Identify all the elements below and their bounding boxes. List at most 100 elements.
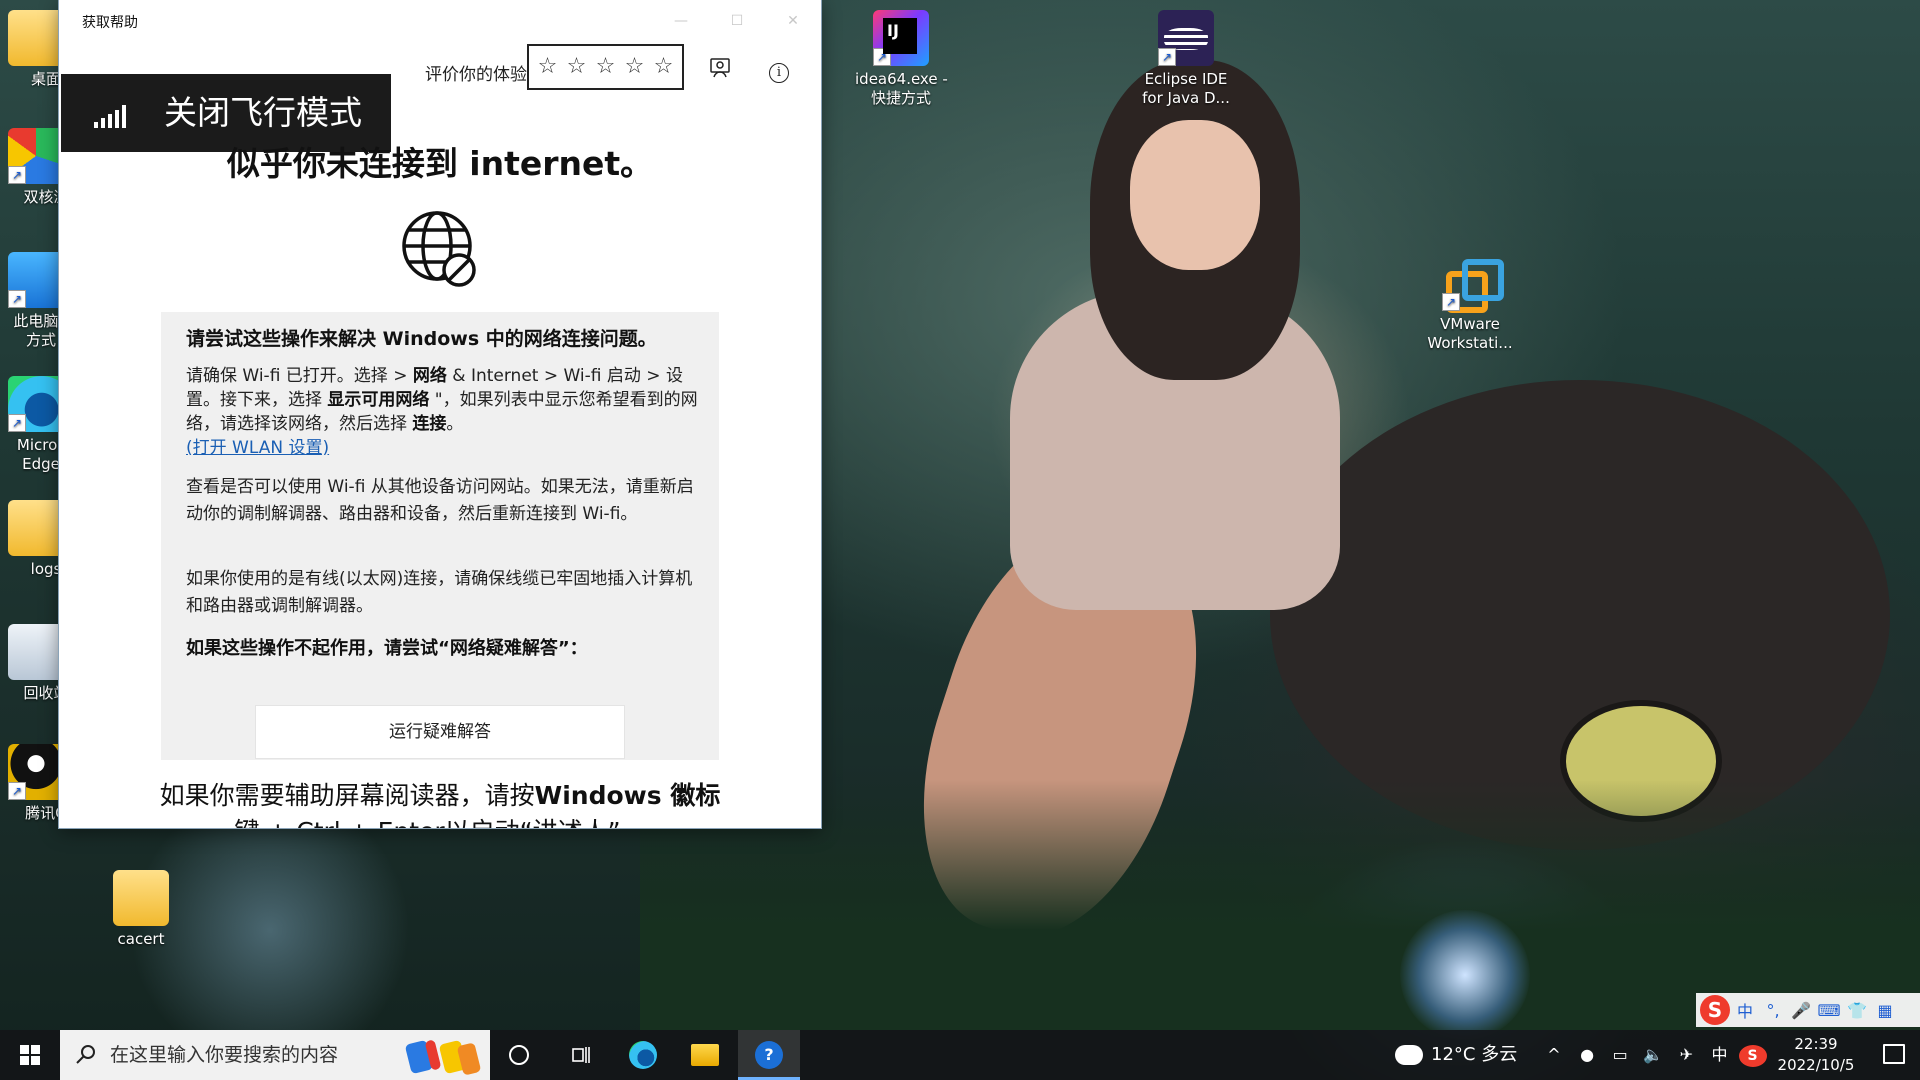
task-view-button[interactable]	[552, 1030, 610, 1080]
keyboard-icon[interactable]: ⌨	[1816, 1001, 1842, 1020]
intellij-idea-icon: ↗	[873, 10, 929, 66]
desktop-icon-vmware[interactable]: ↗ VMware Workstati...	[1424, 255, 1516, 353]
ime-punctuation[interactable]: °,	[1760, 1001, 1786, 1020]
input-language-indicator[interactable]: 中	[1705, 1030, 1733, 1080]
wifi-bold-network: 网络	[412, 366, 447, 386]
desktop-icon-label: idea64.exe - 快捷方式	[855, 70, 948, 107]
file-explorer-icon	[691, 1044, 719, 1066]
windows-logo-icon	[20, 1045, 40, 1065]
wallpaper-glow-orb	[1400, 910, 1530, 1040]
search-icon	[75, 1043, 99, 1067]
star-4[interactable]: ☆	[625, 56, 645, 78]
check-other-device-text: 查看是否可以使用 Wi-fi 从其他设备访问网站。如果无法，请重新启动你的调制解…	[186, 477, 694, 524]
window-titlebar[interactable]: 获取帮助 — ☐ ✕	[59, 0, 821, 42]
weather-widget[interactable]: 12°C 多云	[1391, 1030, 1518, 1080]
airplane-mode-toast[interactable]: 关闭飞行模式	[61, 74, 391, 152]
folder-icon	[8, 500, 64, 556]
cortana-icon	[509, 1045, 529, 1065]
screen-reader-text-1: 如果你需要辅助屏幕阅读器，请按	[159, 781, 535, 810]
desktop-icon-idea[interactable]: ↗ idea64.exe - 快捷方式	[855, 10, 948, 108]
screen-reader-bold: Windows 徽标	[534, 781, 721, 810]
taskbar-get-help[interactable]: ?	[738, 1030, 800, 1080]
star-2[interactable]: ☆	[567, 56, 587, 78]
feedback-icon[interactable]	[707, 56, 733, 82]
eclipse-icon: ↗	[1158, 10, 1214, 66]
try-troubleshooter-text: 如果这些操作不起作用，请尝试“网络疑难解答”：	[186, 638, 588, 659]
wallpaper-girl-face	[1130, 120, 1260, 270]
edge-icon	[629, 1041, 657, 1069]
globe-no-connection-icon	[402, 211, 476, 287]
info-icon[interactable]: i	[766, 56, 792, 83]
troubleshooting-panel: 请尝试这些操作来解决 Windows 中的网络连接问题。 请确保 Wi-fi 已…	[161, 312, 719, 760]
window-title: 获取帮助	[82, 15, 138, 31]
close-button[interactable]: ✕	[765, 0, 821, 42]
star-rating[interactable]: ☆ ☆ ☆ ☆ ☆	[527, 44, 684, 90]
edge-icon: ↗	[8, 376, 64, 432]
taskbar-file-explorer[interactable]	[676, 1030, 734, 1080]
toolbox-icon[interactable]: ▦	[1872, 1001, 1898, 1020]
this-pc-icon: ↗	[8, 252, 64, 308]
rate-experience-label: 评价你的体验	[425, 65, 527, 85]
vmware-icon: ↗	[1442, 255, 1504, 313]
battery-icon[interactable]: ▭	[1606, 1030, 1634, 1080]
desktop-icon-cacert[interactable]: cacert	[95, 870, 187, 949]
action-center-button[interactable]	[1866, 1030, 1920, 1080]
maximize-button[interactable]: ☐	[709, 0, 765, 42]
sogou-logo-icon[interactable]: S	[1700, 995, 1730, 1025]
sogou-tray-icon[interactable]: S	[1738, 1030, 1767, 1080]
get-help-window: 获取帮助 — ☐ ✕ 评价你的体验 ☆ ☆ ☆ ☆ ☆ i 关闭飞行模式 似乎你…	[59, 0, 821, 828]
notification-icon	[1883, 1044, 1905, 1064]
open-wlan-settings-link[interactable]: (打开 WLAN 设置)	[186, 438, 329, 458]
star-3[interactable]: ☆	[596, 56, 616, 78]
clock-time: 22:39	[1794, 1035, 1838, 1053]
microphone-icon[interactable]: 🎤	[1788, 1001, 1814, 1020]
search-placeholder: 在这里输入你要搜索的内容	[110, 1044, 339, 1066]
search-highlight-illustration-icon	[402, 1038, 482, 1076]
qq-tray-icon[interactable]: ●	[1573, 1030, 1601, 1080]
desktop-icon-eclipse[interactable]: ↗ Eclipse IDE for Java D...	[1140, 10, 1232, 108]
desktop-icon-label: Eclipse IDE for Java D...	[1142, 70, 1230, 107]
panel-heading: 请尝试这些操作来解决 Windows 中的网络连接问题。	[186, 328, 657, 350]
taskbar: 在这里输入你要搜索的内容 ? 12°C 多云 ^ ● ▭ 🔈 ✈ 中 S 22:…	[0, 1030, 1920, 1080]
task-view-icon	[572, 1047, 590, 1063]
sogou-s-glyph: S	[1738, 1044, 1767, 1067]
clock-date: 2022/10/5	[1777, 1056, 1855, 1074]
wifi-instructions: 请确保 Wi-fi 已打开。选择 > 网络 & Internet > Wi-fi…	[186, 364, 706, 460]
dual-core-browser-icon: ↗	[8, 128, 64, 184]
airplane-mode-toast-text: 关闭飞行模式	[164, 93, 362, 132]
screen-reader-text-2: 键 + Ctrl + Enter以启动“讲述人”。	[234, 817, 645, 828]
weather-text: 12°C 多云	[1431, 1044, 1518, 1065]
qq-icon: ↗	[8, 744, 64, 800]
wifi-text-4: 。	[446, 414, 464, 434]
desktop-icon-label: cacert	[117, 930, 165, 948]
star-1[interactable]: ☆	[538, 56, 558, 78]
show-hidden-icons-chevron[interactable]: ^	[1540, 1030, 1568, 1080]
taskbar-search-box[interactable]: 在这里输入你要搜索的内容	[60, 1030, 490, 1080]
cortana-button[interactable]	[490, 1030, 548, 1080]
volume-icon[interactable]: 🔈	[1639, 1030, 1667, 1080]
wired-connection-text: 如果你使用的是有线(以太网)连接，请确保线缆已牢固地插入计算机和路由器或调制解调…	[186, 569, 693, 616]
run-troubleshooter-button[interactable]: 运行疑难解答	[255, 705, 625, 759]
signal-bars-icon	[94, 104, 126, 128]
system-tray: ^ ● ▭ 🔈 ✈ 中 S	[1540, 1030, 1767, 1080]
info-glyph: i	[769, 63, 789, 83]
screen-reader-note: 如果你需要辅助屏幕阅读器，请按Windows 徽标 键 + Ctrl + Ent…	[59, 778, 821, 828]
taskbar-edge[interactable]	[614, 1030, 672, 1080]
wifi-text-1: 请确保 Wi-fi 已打开。选择 >	[186, 366, 413, 386]
star-5[interactable]: ☆	[654, 56, 674, 78]
ime-chinese-mode[interactable]: 中	[1732, 998, 1758, 1022]
get-help-icon: ?	[755, 1041, 783, 1069]
sogou-ime-bar[interactable]: S 中 °, 🎤 ⌨ 👕 ▦	[1696, 993, 1920, 1027]
start-button[interactable]	[0, 1030, 60, 1080]
recycle-bin-icon	[8, 624, 64, 680]
taskbar-clock[interactable]: 22:39 2022/10/5	[1770, 1034, 1862, 1076]
cloudy-weather-icon	[1391, 1037, 1423, 1065]
desktop-icon-label: VMware Workstati...	[1427, 315, 1513, 352]
airplane-mode-icon[interactable]: ✈	[1672, 1030, 1700, 1080]
folder-icon	[8, 10, 64, 66]
window-controls: — ☐ ✕	[653, 0, 821, 42]
skin-icon[interactable]: 👕	[1844, 1001, 1870, 1020]
minimize-button[interactable]: —	[653, 0, 709, 42]
wifi-bold-show-networks: 显示可用网络	[327, 390, 430, 410]
wifi-bold-connect: 连接	[412, 414, 447, 434]
